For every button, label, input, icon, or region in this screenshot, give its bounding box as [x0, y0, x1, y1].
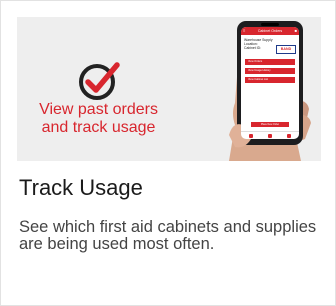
- phone-screen: ≡ Cabinet Orders ■ Warehouse Supply Loca…: [241, 27, 299, 139]
- app-footer-button: Place New Order: [251, 122, 289, 127]
- cart-icon: ■: [294, 28, 297, 33]
- nav-profile-icon: [287, 133, 292, 138]
- app-button: View Usage History: [245, 68, 295, 74]
- hero-caption: View past orders and track usage: [39, 101, 158, 136]
- app-header: ≡ Cabinet Orders ■: [241, 27, 299, 35]
- card-description: See which first aid cabinets and supplie…: [19, 218, 317, 253]
- feature-card: View past orders and track usage ≡ Cabin…: [0, 0, 336, 306]
- menu-icon: ≡: [243, 28, 246, 33]
- app-button: View Cabinet List: [245, 77, 295, 83]
- app-bottom-nav: [241, 131, 299, 139]
- phone-in-hand-illustration: ≡ Cabinet Orders ■ Warehouse Supply Loca…: [177, 17, 321, 161]
- card-title: Track Usage: [19, 175, 143, 200]
- nav-search-icon: [267, 133, 272, 138]
- app-button: View Orders: [245, 59, 295, 65]
- nav-home-icon: [248, 133, 253, 138]
- app-logo: BAND: [276, 45, 296, 54]
- app-header-title: Cabinet Orders: [257, 29, 283, 33]
- hero-image: View past orders and track usage ≡ Cabin…: [17, 17, 321, 161]
- checkmark-circle-icon: [79, 62, 120, 100]
